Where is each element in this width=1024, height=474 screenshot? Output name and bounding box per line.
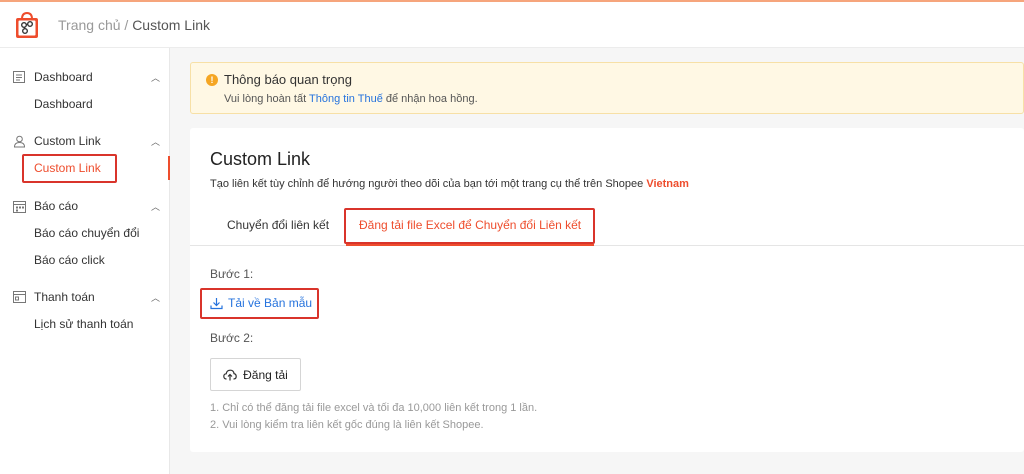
description-text: Tạo liên kết tùy chỉnh để hướng người th… xyxy=(210,178,647,190)
breadcrumb-home[interactable]: Trang chủ xyxy=(58,17,121,33)
sidebar: Dashboard ︿ Dashboard Custom Link ︿ Cust… xyxy=(0,48,170,474)
upload-button[interactable]: Đăng tải xyxy=(210,358,301,391)
user-link-icon xyxy=(12,134,26,148)
highlight-box-sidebar xyxy=(22,154,117,183)
chevron-up-icon: ︿ xyxy=(150,292,160,303)
active-indicator xyxy=(168,156,170,180)
upload-label: Đăng tải xyxy=(243,367,288,382)
top-bar: Trang chủ / Custom Link xyxy=(0,0,1024,48)
sidebar-group-label: Dashboard xyxy=(34,70,93,84)
sidebar-group-payment[interactable]: Thanh toán ︿ xyxy=(12,288,160,306)
region-highlight: Vietnam xyxy=(646,178,689,190)
sidebar-group-reports[interactable]: Báo cáo ︿ xyxy=(12,197,160,215)
sidebar-group-label: Thanh toán xyxy=(34,290,95,304)
highlight-box-download xyxy=(200,288,319,319)
sidebar-group-dashboard[interactable]: Dashboard ︿ xyxy=(12,68,160,86)
page-title: Custom Link xyxy=(210,149,311,169)
sidebar-item-conversion-report[interactable]: Báo cáo chuyển đổi xyxy=(34,226,139,240)
sidebar-item-dashboard[interactable]: Dashboard xyxy=(34,97,93,111)
dashboard-icon xyxy=(12,70,26,84)
cloud-upload-icon xyxy=(223,369,237,380)
notice-text: Vui lòng hoàn tất Thông tin Thuế để nhận… xyxy=(224,93,478,105)
active-tab-indicator xyxy=(346,244,594,246)
step-2-label: Bước 2: xyxy=(210,331,254,345)
chevron-up-icon: ︿ xyxy=(150,201,160,212)
notice-text-after: để nhận hoa hồng. xyxy=(382,93,478,105)
upload-note-1: 1. Chỉ có thể đăng tải file excel và tối… xyxy=(210,402,538,414)
custom-link-card: Custom Link Tạo liên kết tùy chỉnh để hư… xyxy=(190,128,1024,452)
highlight-box-tab xyxy=(344,208,595,244)
sidebar-item-click-report[interactable]: Báo cáo click xyxy=(34,253,105,267)
warning-icon: ! xyxy=(206,74,218,86)
chevron-up-icon: ︿ xyxy=(150,136,160,147)
sidebar-group-label: Báo cáo xyxy=(34,199,79,213)
chevron-up-icon: ︿ xyxy=(150,72,160,83)
notice-text-before: Vui lòng hoàn tất xyxy=(224,93,310,105)
breadcrumb-current: Custom Link xyxy=(132,16,210,33)
notice-title: Thông báo quan trọng xyxy=(224,72,352,87)
sidebar-group-label: Custom Link xyxy=(34,134,101,148)
important-notice: ! Thông báo quan trọng Vui lòng hoàn tất… xyxy=(190,62,1024,114)
calendar-icon xyxy=(12,199,26,213)
tax-info-link[interactable]: Thông tin Thuế xyxy=(309,93,383,105)
sidebar-item-payment-history[interactable]: Lịch sử thanh toán xyxy=(34,317,133,331)
breadcrumb: Trang chủ / Custom Link xyxy=(58,17,210,33)
sidebar-group-custom-link[interactable]: Custom Link ︿ xyxy=(12,132,160,150)
upload-note-2: 2. Vui lòng kiểm tra liên kết gốc đúng l… xyxy=(210,419,484,431)
breadcrumb-separator: / xyxy=(120,16,133,33)
step-1-label: Bước 1: xyxy=(210,267,254,281)
wallet-icon xyxy=(12,290,26,304)
tab-convert-link[interactable]: Chuyển đổi liên kết xyxy=(227,218,329,232)
tab-bar: Chuyển đổi liên kết Đăng tải file Excel … xyxy=(190,206,1024,246)
shopee-affiliate-logo[interactable] xyxy=(12,10,42,40)
page-description: Tạo liên kết tùy chỉnh để hướng người th… xyxy=(210,178,689,190)
